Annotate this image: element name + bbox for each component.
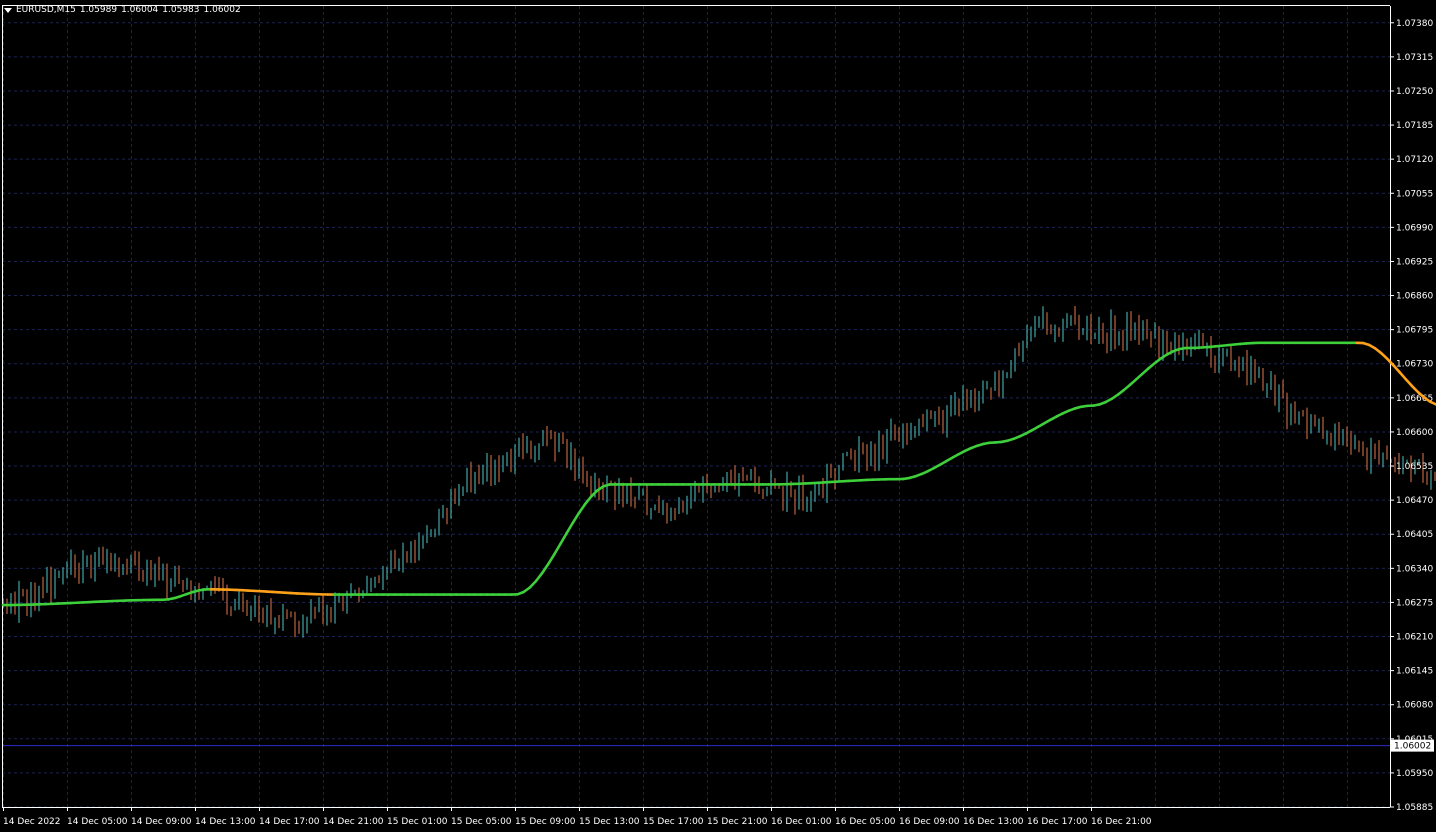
y-tick-label: 1.07250 xyxy=(1396,87,1433,97)
y-tick-label: 1.06925 xyxy=(1396,257,1433,267)
y-tick-label: 1.07055 xyxy=(1396,189,1433,199)
x-tick-label: 14 Dec 05:00 xyxy=(67,817,128,827)
y-tick-label: 1.06210 xyxy=(1396,633,1433,643)
chevron-down-icon[interactable] xyxy=(4,7,12,13)
low-value: 1.05983 xyxy=(162,5,200,15)
y-tick-label: 1.06795 xyxy=(1396,326,1433,336)
x-tick-label: 14 Dec 09:00 xyxy=(131,817,192,827)
y-tick-label: 1.07315 xyxy=(1396,53,1433,63)
x-tick-label: 16 Dec 09:00 xyxy=(899,817,960,827)
x-tick-label: 15 Dec 05:00 xyxy=(451,817,512,827)
y-tick-label: 1.06535 xyxy=(1396,462,1433,472)
x-tick-label: 14 Dec 2022 xyxy=(3,817,61,827)
y-tick-label: 1.06860 xyxy=(1396,292,1433,302)
x-tick-label: 15 Dec 09:00 xyxy=(515,817,576,827)
y-tick-label: 1.05885 xyxy=(1396,803,1433,813)
y-tick-label: 1.07120 xyxy=(1396,155,1433,165)
y-tick-label: 1.06470 xyxy=(1396,496,1433,506)
high-value: 1.06004 xyxy=(121,5,159,15)
open-value: 1.05989 xyxy=(79,5,118,15)
y-tick-label: 1.06990 xyxy=(1396,223,1433,233)
y-tick-label: 1.06145 xyxy=(1396,667,1433,677)
y-tick-label: 1.06340 xyxy=(1396,564,1433,574)
y-tick-label: 1.07380 xyxy=(1396,19,1433,29)
x-tick-label: 16 Dec 21:00 xyxy=(1091,817,1152,827)
y-tick-label: 1.06080 xyxy=(1396,701,1433,711)
x-tick-label: 15 Dec 17:00 xyxy=(643,817,704,827)
x-tick-label: 16 Dec 17:00 xyxy=(1027,817,1088,827)
x-tick-label: 14 Dec 13:00 xyxy=(195,817,256,827)
x-tick-label: 15 Dec 01:00 xyxy=(387,817,448,827)
y-tick-label: 1.06600 xyxy=(1396,428,1433,438)
x-tick-label: 14 Dec 21:00 xyxy=(323,817,384,827)
y-tick-label: 1.05950 xyxy=(1396,769,1433,779)
chart-header: EURUSD,M15 1.05989 1.06004 1.05983 1.06002 xyxy=(4,3,245,17)
x-tick-label: 16 Dec 05:00 xyxy=(835,817,896,827)
y-tick-label: 1.07185 xyxy=(1396,121,1433,131)
ohlc-values: 1.05989 1.06004 1.05983 1.06002 xyxy=(80,3,245,17)
x-tick-label: 15 Dec 13:00 xyxy=(579,817,640,827)
current-price-tag: 1.06002 xyxy=(1391,739,1434,752)
y-tick-label: 1.06730 xyxy=(1396,360,1433,370)
y-tick-label: 1.06405 xyxy=(1396,530,1433,540)
close-value: 1.06002 xyxy=(203,5,241,15)
x-tick-label: 14 Dec 17:00 xyxy=(259,817,320,827)
x-tick-label: 16 Dec 01:00 xyxy=(771,817,832,827)
current-price-label: 1.06002 xyxy=(1394,742,1431,752)
y-tick-label: 1.06275 xyxy=(1396,598,1433,608)
x-tick-label: 16 Dec 13:00 xyxy=(963,817,1024,827)
symbol-label: EURUSD,M15 xyxy=(16,5,76,15)
price-chart[interactable]: 1.07380 1.07315 1.07250 1.07185 1.07120 1.070… xyxy=(0,0,1436,832)
x-tick-label: 15 Dec 21:00 xyxy=(707,817,768,827)
